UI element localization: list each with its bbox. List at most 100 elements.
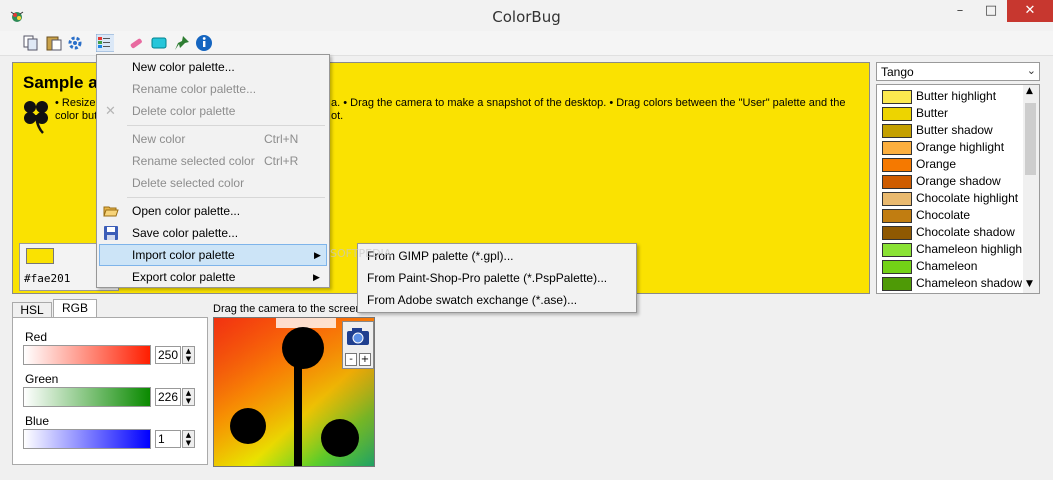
paste-icon[interactable] — [45, 34, 63, 52]
palette-color-label: Chocolate shadow — [916, 225, 1015, 239]
menu-item-import-gimp[interactable]: From GIMP palette (*.gpl)... — [360, 245, 634, 267]
menu-item-label: New color — [132, 132, 186, 146]
palette-color-label: Butter shadow — [916, 123, 993, 137]
import-submenu: From GIMP palette (*.gpl)... From Paint-… — [357, 243, 637, 313]
sample-text-line: • Resize — [55, 97, 96, 109]
menu-item-shortcut: Ctrl+N — [264, 132, 299, 146]
palette-color-swatch — [882, 260, 912, 274]
green-spinner[interactable]: ▲ ▼ — [182, 388, 195, 406]
palette-color-label: Orange — [916, 157, 957, 171]
palette-color-swatch — [882, 226, 912, 240]
palette-color-label: Butter highlight — [916, 89, 997, 103]
current-color-swatch[interactable] — [26, 248, 54, 264]
red-value-input[interactable]: 250 — [155, 346, 181, 364]
info-icon[interactable] — [195, 34, 213, 52]
blue-label: Blue — [25, 414, 50, 428]
palette-menu-icon[interactable] — [96, 34, 114, 52]
blue-value-input[interactable]: 1 — [155, 430, 181, 448]
close-button[interactable]: ✕ — [1007, 0, 1053, 22]
palette-color-item[interactable]: Butter highlight — [882, 88, 1022, 105]
palette-color-item[interactable]: Orange — [882, 156, 1022, 173]
palette-color-item[interactable]: Chameleon shadow — [882, 275, 1022, 292]
rgb-panel: Red 250 ▲ ▼ Green 226 ▲ ▼ Blue 1 ▲ ▼ — [12, 317, 208, 465]
sample-text-line: color butt — [55, 110, 101, 122]
palette-color-swatch — [882, 124, 912, 138]
palette-color-item[interactable]: Orange highlight — [882, 139, 1022, 156]
palette-color-item[interactable]: Butter — [882, 105, 1022, 122]
menu-item-label: Rename color palette... — [132, 82, 257, 96]
red-spinner[interactable]: ▲ ▼ — [182, 346, 195, 364]
zoom-in-button[interactable]: + — [359, 353, 371, 366]
palette-color-item[interactable]: Chameleon highligh — [882, 241, 1022, 258]
palette-color-item[interactable]: Chameleon — [882, 258, 1022, 275]
blue-slider[interactable] — [23, 429, 151, 449]
palette-color-item[interactable]: Orange shadow — [882, 173, 1022, 190]
blue-spinner[interactable]: ▲ ▼ — [182, 430, 195, 448]
menu-item-open-palette[interactable]: Open color palette... — [99, 200, 327, 222]
palette-color-item[interactable]: Chocolate shadow — [882, 224, 1022, 241]
menu-item-label: New color palette... — [132, 60, 235, 74]
palette-color-swatch — [882, 192, 912, 206]
palette-color-item[interactable]: Chocolate — [882, 207, 1022, 224]
hex-value[interactable]: #fae201 — [24, 272, 70, 285]
watermark: SOFTPEDIA — [330, 247, 392, 260]
tab-rgb[interactable]: RGB — [53, 299, 97, 317]
palette-color-swatch — [882, 90, 912, 104]
palette-color-swatch — [882, 141, 912, 155]
green-value-input[interactable]: 226 — [155, 388, 181, 406]
settings-gear-icon[interactable] — [67, 34, 85, 52]
minimize-button[interactable]: – — [945, 0, 975, 22]
palette-dropdown[interactable]: Tango ⌄ — [876, 62, 1040, 81]
palette-color-label: Chameleon shadow — [916, 276, 1023, 290]
tab-hsl[interactable]: HSL — [12, 302, 52, 317]
palette-color-item[interactable]: Butter shadow — [882, 122, 1022, 139]
camera-control: - + — [342, 321, 374, 369]
menu-item-new-color[interactable]: New color Ctrl+N — [99, 128, 327, 150]
menu-item-save-palette[interactable]: Save color palette... — [99, 222, 327, 244]
title-bar: ColorBug – □ ✕ — [0, 0, 1053, 32]
green-slider[interactable] — [23, 387, 151, 407]
menu-item-import-ase[interactable]: From Adobe swatch exchange (*.ase)... — [360, 289, 634, 311]
menu-item-label: Import color palette — [132, 248, 235, 262]
color-swatch-icon[interactable] — [150, 34, 168, 52]
menu-separator — [127, 125, 325, 126]
palette-color-label: Butter — [916, 106, 949, 120]
delete-x-icon: ✕ — [105, 103, 116, 118]
palette-color-label: Orange shadow — [916, 174, 1001, 188]
scroll-up-icon[interactable]: ▲ — [1026, 86, 1033, 96]
palette-color-label: Orange highlight — [916, 140, 1005, 154]
menu-item-new-palette[interactable]: New color palette... — [99, 56, 327, 78]
palette-color-swatch — [882, 175, 912, 189]
menu-item-label: Delete selected color — [132, 176, 245, 190]
eraser-brush-icon[interactable] — [127, 34, 145, 52]
palette-color-item[interactable]: Chocolate highlight — [882, 190, 1022, 207]
copy-icon[interactable] — [22, 34, 40, 52]
red-slider[interactable] — [23, 345, 151, 365]
menu-item-import-psp[interactable]: From Paint-Shop-Pro palette (*.PspPalett… — [360, 267, 634, 289]
palette-scrollbar[interactable]: ▲ ▼ — [1023, 85, 1039, 293]
color-model-tabs: HSL RGB — [12, 299, 208, 317]
menu-separator — [127, 197, 325, 198]
scroll-down-icon[interactable]: ▼ — [1026, 279, 1033, 289]
menu-item-label: Delete color palette — [132, 104, 236, 118]
pin-icon[interactable] — [173, 34, 191, 52]
red-label: Red — [25, 330, 48, 344]
sample-text-line: ot. — [331, 110, 344, 122]
menu-item-rename-color[interactable]: Rename selected color Ctrl+R — [99, 150, 327, 172]
menu-item-delete-color[interactable]: Delete selected color — [99, 172, 327, 194]
palette-color-list[interactable]: Butter highlight Butter Butter shadow Orang… — [876, 84, 1040, 294]
menu-item-import-palette[interactable]: Import color palette ▶ — [99, 244, 327, 266]
zoom-out-button[interactable]: - — [345, 353, 357, 366]
menu-item-rename-palette[interactable]: Rename color palette... — [99, 78, 327, 100]
menu-item-delete-palette[interactable]: ✕ Delete color palette — [99, 100, 327, 122]
scrollbar-thumb[interactable] — [1025, 103, 1036, 175]
maximize-button[interactable]: □ — [976, 0, 1006, 22]
menu-item-export-palette[interactable]: Export color palette ▶ — [99, 266, 327, 288]
camera-instruction-label: Drag the camera to the screen — [213, 303, 362, 315]
camera-icon[interactable] — [346, 325, 370, 347]
palette-color-swatch — [882, 209, 912, 223]
toolbar — [0, 31, 1053, 56]
camera-preview[interactable]: - + — [213, 317, 375, 467]
clover-icon — [24, 101, 48, 134]
palette-color-swatch — [882, 158, 912, 172]
